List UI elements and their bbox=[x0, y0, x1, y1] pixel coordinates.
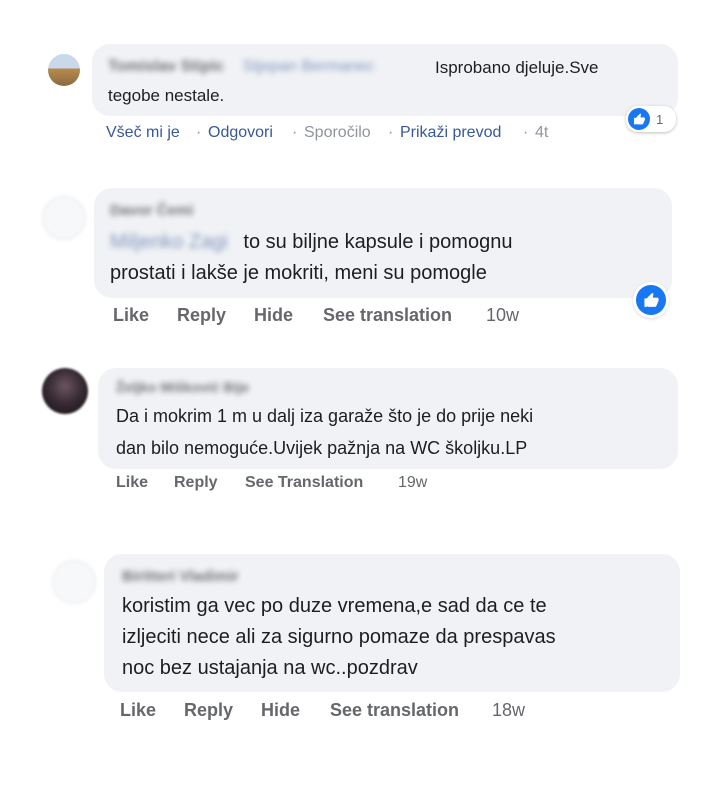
comment-text-line: Da i mokrim 1 m u dalj iza garaže što je… bbox=[116, 406, 534, 426]
message-link[interactable]: Sporočilo bbox=[304, 124, 371, 142]
timestamp[interactable]: 4t bbox=[535, 124, 548, 142]
avatar[interactable] bbox=[42, 368, 88, 414]
reaction-count: 1 bbox=[656, 111, 664, 127]
like-link[interactable]: Všeč mi je bbox=[106, 124, 180, 142]
comment-text-line: dan bilo nemoguće.Uvijek pažnja na WC šk… bbox=[116, 438, 528, 458]
comment-text-line: Isprobano djeluje.Sve bbox=[435, 58, 599, 77]
comment-author[interactable]: Željko Mišković Bije bbox=[116, 379, 249, 395]
timestamp[interactable]: 10w bbox=[486, 305, 519, 326]
avatar[interactable] bbox=[42, 196, 86, 240]
comment-text-line: noc bez ustajanja na wc..pozdrav bbox=[122, 657, 418, 679]
hide-link[interactable]: Hide bbox=[261, 700, 300, 721]
comment-text-line: koristim ga vec po duze vremena,e sad da… bbox=[122, 595, 547, 617]
reply-link[interactable]: Reply bbox=[177, 305, 226, 326]
comment-text-line: prostati i lakše je mokriti, meni su pom… bbox=[110, 262, 487, 284]
mention-link[interactable]: Miljenko Zagi bbox=[110, 231, 228, 253]
like-link[interactable]: Like bbox=[116, 474, 148, 492]
comment-author[interactable]: Biritteri Vladimir bbox=[122, 568, 239, 585]
translate-link[interactable]: Prikaži prevod bbox=[400, 124, 501, 142]
like-link[interactable]: Like bbox=[113, 305, 149, 326]
reaction-count-badge[interactable]: 1 bbox=[626, 106, 676, 132]
mention-link[interactable]: Stjepan Bermanec bbox=[243, 58, 375, 75]
comment-text-line: izljeciti nece ali za sigurno pomaze da … bbox=[122, 626, 556, 648]
like-link[interactable]: Like bbox=[120, 700, 156, 721]
timestamp[interactable]: 19w bbox=[398, 474, 427, 492]
comment-text-line: tegobe nestale. bbox=[108, 86, 225, 105]
comment-author[interactable]: Davor Čemi bbox=[110, 202, 193, 219]
comment-author[interactable]: Tomislav Stipic bbox=[108, 58, 224, 75]
hide-link[interactable]: Hide bbox=[254, 305, 293, 326]
reply-link[interactable]: Reply bbox=[184, 700, 233, 721]
like-icon[interactable] bbox=[636, 285, 666, 315]
like-icon bbox=[628, 108, 650, 130]
avatar[interactable] bbox=[52, 560, 96, 604]
timestamp[interactable]: 18w bbox=[492, 700, 525, 721]
translate-link[interactable]: See Translation bbox=[245, 474, 363, 492]
reply-link[interactable]: Reply bbox=[174, 474, 218, 492]
translate-link[interactable]: See translation bbox=[323, 305, 452, 326]
reply-link[interactable]: Odgovori bbox=[208, 124, 273, 142]
avatar[interactable] bbox=[48, 54, 80, 86]
comment-text-line: to su biljne kapsule i pomognu bbox=[243, 231, 513, 253]
translate-link[interactable]: See translation bbox=[330, 700, 459, 721]
